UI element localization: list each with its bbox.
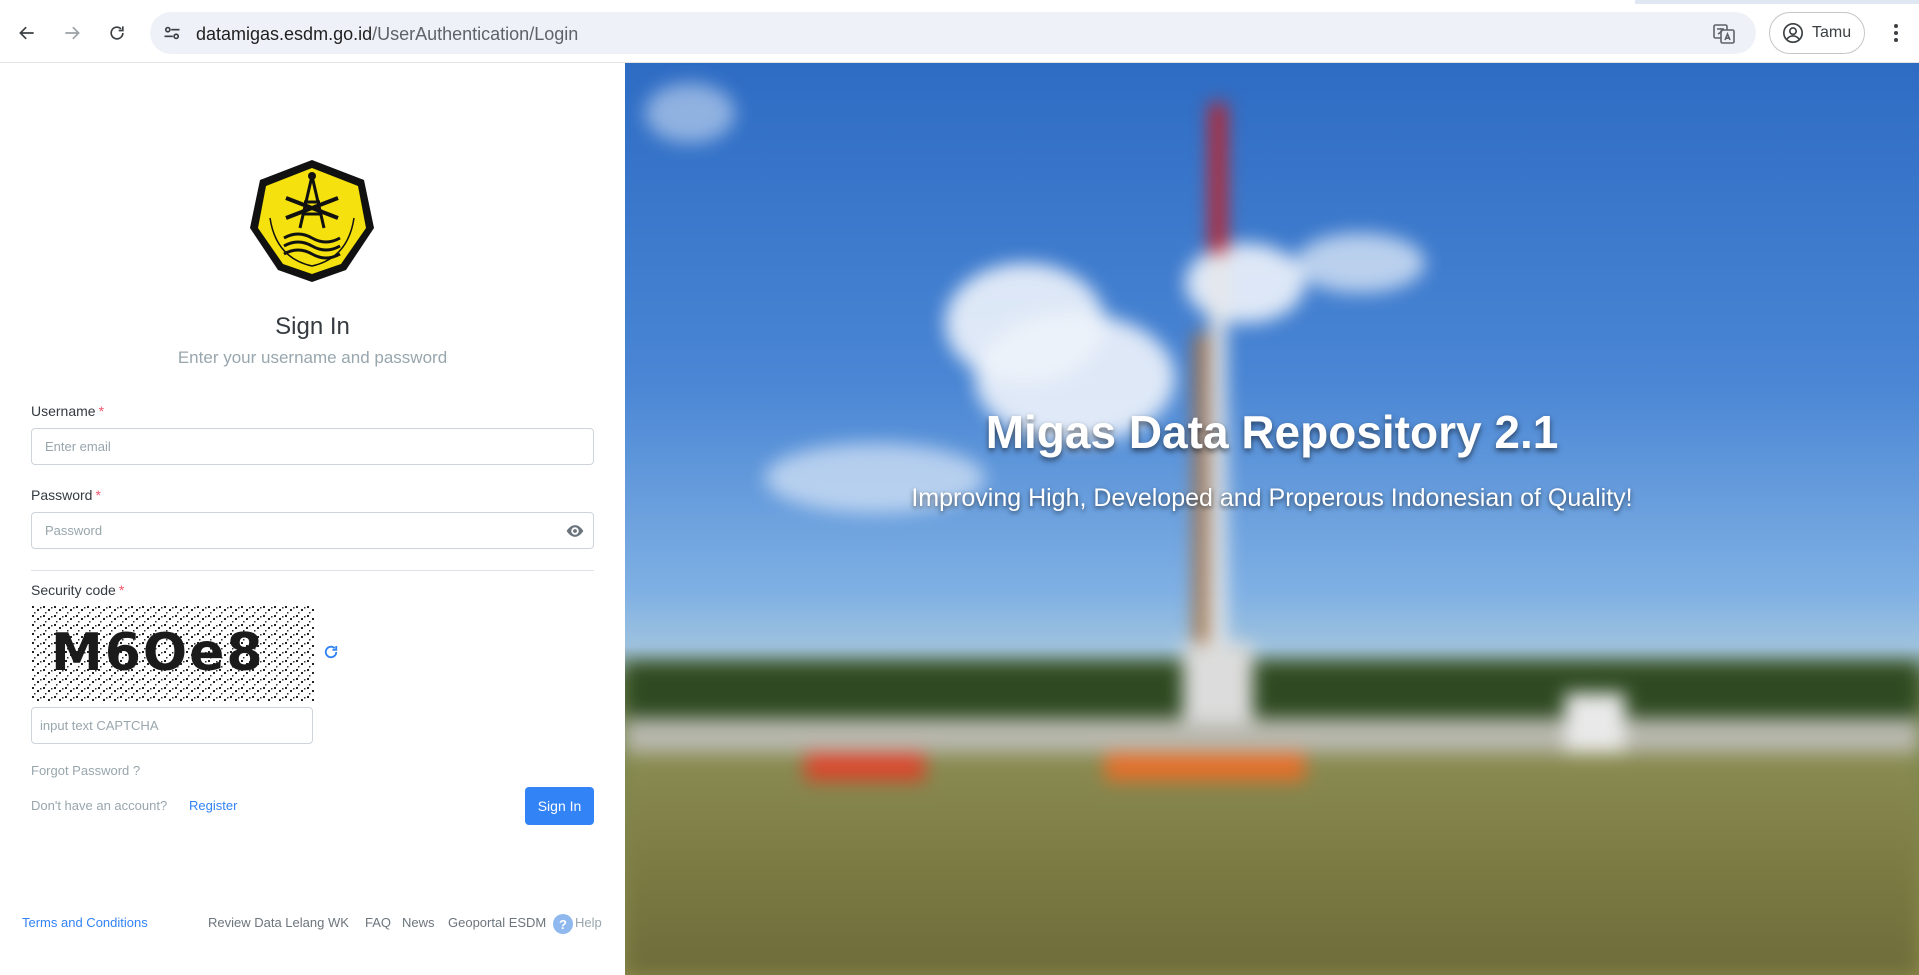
active-tab[interactable]	[0, 0, 1635, 4]
reload-button[interactable]	[101, 17, 133, 49]
hero-background-image	[625, 63, 1919, 975]
arrow-right-icon	[65, 26, 80, 40]
security-code-label: Security code *	[31, 582, 124, 598]
help-icon[interactable]: ?	[553, 914, 573, 934]
password-placeholder: Password	[45, 523, 103, 538]
username-placeholder: Enter email	[45, 439, 111, 454]
forward-button[interactable]	[56, 17, 88, 49]
required-mark: *	[118, 582, 125, 598]
account-circle-icon	[1783, 23, 1803, 43]
hero-banner: Migas Data Repository 2.1 Improving High…	[625, 63, 1919, 975]
captcha-input[interactable]: input text CAPTCHA	[31, 707, 313, 744]
hero-title: Migas Data Repository 2.1	[985, 406, 1559, 458]
terms-link[interactable]: Terms and Conditions	[22, 915, 148, 930]
translate-icon[interactable]	[1712, 22, 1736, 46]
review-data-link[interactable]: Review Data Lelang WK	[208, 915, 349, 930]
username-label-text: Username	[31, 403, 96, 419]
faq-link[interactable]: FAQ	[365, 915, 391, 930]
forgot-password-link[interactable]: Forgot Password ?	[31, 763, 140, 778]
browser-toolbar: datamigas.esdm.go.id/UserAuthentication/…	[0, 0, 1919, 63]
site-settings-icon[interactable]	[162, 23, 182, 43]
hero-subtitle: Improving High, Developed and Properous …	[911, 484, 1633, 512]
profile-button[interactable]: Tamu	[1769, 12, 1865, 54]
refresh-captcha-icon[interactable]	[322, 643, 340, 661]
more-vert-icon	[1894, 24, 1898, 42]
password-input[interactable]: Password	[31, 512, 594, 549]
required-mark: *	[98, 403, 105, 419]
security-code-label-text: Security code	[31, 582, 116, 598]
reload-icon	[110, 26, 124, 40]
username-input[interactable]: Enter email	[31, 428, 594, 465]
captcha-code: M6Oe8	[51, 623, 265, 683]
divider	[31, 570, 594, 571]
url-text[interactable]: datamigas.esdm.go.id/UserAuthentication/…	[196, 24, 578, 45]
required-mark: *	[95, 487, 101, 503]
tab-strip	[0, 0, 1919, 4]
help-link[interactable]: Help	[575, 915, 602, 930]
sign-in-button[interactable]: Sign In	[525, 787, 594, 825]
page-title: Sign In	[275, 313, 350, 340]
back-button[interactable]	[11, 17, 43, 49]
captcha-image: M6Oe8	[31, 605, 314, 701]
address-bar[interactable]: datamigas.esdm.go.id/UserAuthentication/…	[150, 12, 1756, 54]
eye-icon[interactable]	[565, 522, 585, 540]
page-subtitle: Enter your username and password	[177, 348, 448, 367]
login-panel: Sign In Enter your username and password…	[0, 63, 625, 975]
register-link[interactable]: Register	[189, 798, 237, 813]
geoportal-link[interactable]: Geoportal ESDM	[448, 915, 546, 930]
esdm-logo	[250, 160, 374, 282]
browser-menu-button[interactable]	[1880, 17, 1912, 49]
password-label: Password *	[31, 487, 101, 503]
url-host: datamigas.esdm.go.id	[196, 24, 373, 44]
captcha-placeholder: input text CAPTCHA	[40, 718, 159, 733]
no-account-text: Don't have an account?	[31, 798, 168, 813]
arrow-left-icon	[19, 26, 34, 40]
url-path: /UserAuthentication/Login	[372, 24, 579, 44]
username-label: Username *	[31, 403, 104, 419]
news-link[interactable]: News	[402, 915, 435, 930]
password-label-text: Password	[31, 487, 93, 503]
profile-name: Tamu	[1812, 24, 1852, 41]
